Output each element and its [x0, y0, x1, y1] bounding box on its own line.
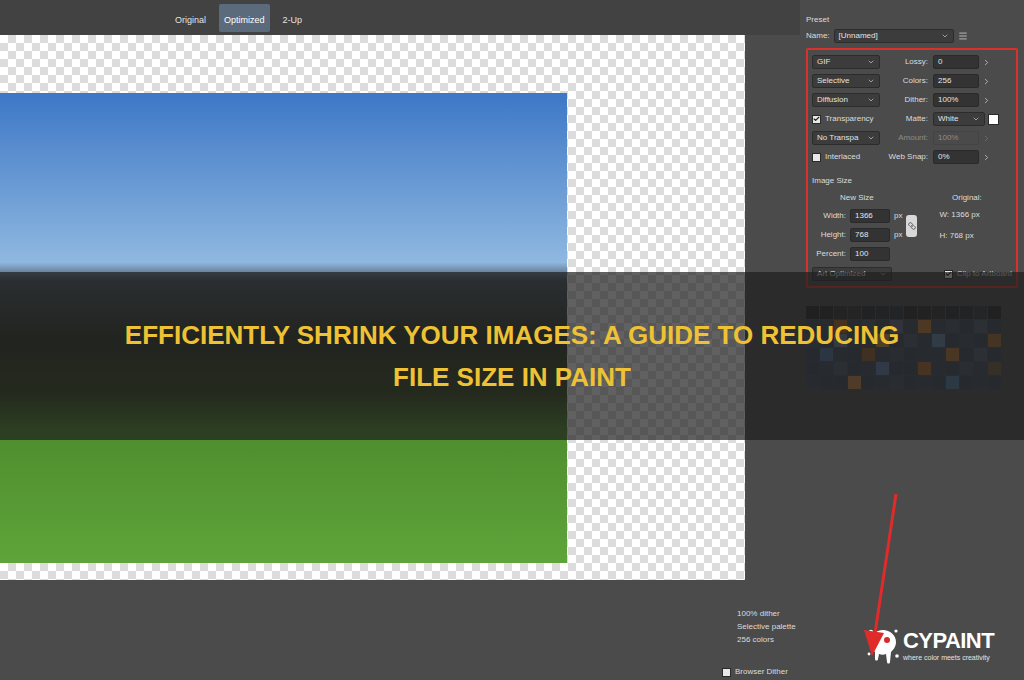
dropdown-value: Selective	[817, 75, 849, 87]
settings-row: Diffusion Dither: 100%	[812, 93, 1012, 107]
setting-value: 256	[938, 75, 951, 87]
checkbox-box[interactable]	[722, 668, 731, 677]
status-text: 100% dither	[737, 608, 800, 620]
setting-value: 100%	[938, 94, 958, 106]
settings-dropdown[interactable]: No Transpa	[812, 131, 880, 145]
checkbox-label: Browser Dither	[735, 666, 788, 678]
chevron-right-icon[interactable]	[982, 77, 991, 86]
settings-checkbox[interactable]: Transparency	[812, 113, 888, 125]
chevron-down-icon	[867, 77, 875, 85]
size-unit: px	[894, 210, 902, 222]
dropdown-value: No Transpa	[817, 132, 858, 144]
dropdown-value: White	[938, 113, 958, 125]
chevron-down-icon	[972, 115, 980, 123]
settings-row: Interlaced Web Snap: 0%	[812, 150, 1012, 164]
banner-title: EFFICIENTLY SHRINK YOUR IMAGES: A GUIDE …	[125, 318, 899, 352]
checkbox-box[interactable]	[812, 153, 821, 162]
save-for-web-screen: OriginalOptimized2-Up100% ditherSelectiv…	[0, 0, 1024, 680]
status-area: 100% ditherSelective palette256 colors Br…	[0, 580, 800, 680]
logo-name: CYPAINT	[903, 629, 994, 653]
settings-row: Selective Colors: 256	[812, 74, 1012, 88]
browser-dither-checkbox[interactable]: Browser Dither	[722, 666, 800, 678]
view-tab[interactable]: Original	[170, 4, 211, 32]
checkbox-label: Interlaced	[825, 151, 860, 163]
menu-icon[interactable]	[958, 31, 968, 41]
setting-field: 100%	[933, 131, 979, 145]
chevron-right-icon[interactable]	[982, 58, 991, 67]
original-dimension: W: 1366 px	[939, 209, 979, 221]
constrain-link[interactable]	[906, 215, 917, 237]
settings-dropdown[interactable]: Diffusion	[812, 93, 880, 107]
size-unit: px	[894, 229, 902, 241]
preset-label: Preset	[806, 14, 1018, 26]
size-value: 1366	[855, 210, 873, 222]
settings-row: No Transpa Amount: 100%	[812, 131, 1012, 145]
setting-label: Amount:	[888, 132, 928, 144]
setting-field[interactable]: 0%	[933, 150, 979, 164]
setting-label: Lossy:	[888, 56, 928, 68]
chain-icon	[908, 222, 916, 230]
chevron-down-icon	[941, 32, 949, 40]
size-field[interactable]: 768	[850, 228, 890, 242]
chevron-down-icon	[867, 96, 875, 104]
setting-field[interactable]: 256	[933, 74, 979, 88]
size-label: Percent:	[812, 248, 846, 260]
size-row: Height: 768 px	[812, 228, 902, 242]
logo-tagline: where color meets creativity	[903, 653, 994, 664]
setting-label: Matte:	[888, 113, 928, 125]
setting-label: Colors:	[888, 75, 928, 87]
original-dimension: H: 768 px	[939, 230, 979, 242]
size-field[interactable]: 100	[850, 247, 890, 261]
settings-checkbox[interactable]: Interlaced	[812, 151, 888, 163]
red-arrow-icon	[850, 490, 910, 660]
size-row: Percent: 100	[812, 247, 1012, 261]
size-label: Height:	[812, 229, 846, 241]
checkbox-label: Transparency	[825, 113, 874, 125]
status-text: Selective palette	[737, 621, 800, 633]
settings-row: GIF Lossy: 0	[812, 55, 1012, 69]
setting-value: 100%	[938, 132, 958, 144]
settings-dropdown[interactable]: GIF	[812, 55, 880, 69]
chevron-right-icon[interactable]	[982, 153, 991, 162]
size-value: 100	[855, 248, 868, 260]
size-value: 768	[855, 229, 868, 241]
settings-dropdown[interactable]: Selective	[812, 74, 880, 88]
size-label: Width:	[812, 210, 846, 222]
title-banner: EFFICIENTLY SHRINK YOUR IMAGES: A GUIDE …	[0, 272, 1024, 440]
chevron-down-icon	[867, 58, 875, 66]
view-tab[interactable]: 2-Up	[278, 4, 308, 32]
size-field[interactable]: 1366	[850, 209, 890, 223]
dropdown-value: Diffusion	[817, 94, 848, 106]
dropdown-value: GIF	[817, 56, 830, 68]
setting-label: Web Snap:	[888, 151, 928, 163]
dropdown-value: [Unnamed]	[839, 30, 878, 42]
matte-dropdown[interactable]: White	[933, 112, 985, 126]
matte-swatch[interactable]	[988, 114, 999, 125]
cypaint-logo: CYPAINTwhere color meets creativity	[866, 626, 1018, 666]
chevron-down-icon	[867, 134, 875, 142]
setting-field[interactable]: 0	[933, 55, 979, 69]
annotation-box: GIFLossy:0SelectiveColors:256DiffusionDi…	[806, 48, 1018, 288]
setting-value: 0%	[938, 151, 950, 163]
setting-value: 0	[938, 56, 942, 68]
status-text: 256 colors	[737, 634, 800, 646]
setting-label: Dither:	[888, 94, 928, 106]
preset-name-row: Name:[Unnamed]	[806, 29, 1018, 43]
new-size-label: New Size	[812, 192, 930, 204]
size-row: Width: 1366 px	[812, 209, 902, 223]
checkbox-box[interactable]	[812, 115, 821, 124]
original-label: Original:	[930, 192, 982, 204]
chevron-right-icon[interactable]	[982, 134, 991, 143]
settings-row: Transparency Matte: White	[812, 112, 1012, 126]
preset-dropdown[interactable]: [Unnamed]	[834, 29, 954, 43]
chevron-right-icon[interactable]	[982, 96, 991, 105]
view-tabs: Original Optimized 2-Up	[0, 0, 800, 35]
view-tab[interactable]: Optimized	[219, 4, 270, 32]
image-size-title: Image Size	[812, 175, 1012, 187]
check-icon	[813, 115, 820, 123]
setting-field[interactable]: 100%	[933, 93, 979, 107]
banner-title: FILE SIZE IN PAINT	[393, 360, 631, 394]
